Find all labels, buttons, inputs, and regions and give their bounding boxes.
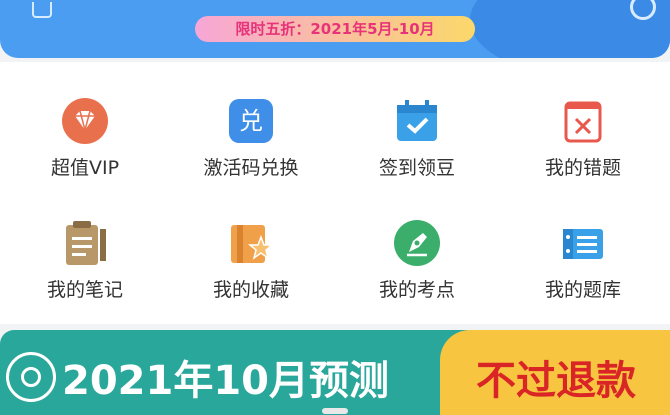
carousel-indicator[interactable] — [322, 408, 348, 414]
banner-guarantee: 不过退款 — [476, 358, 636, 404]
grid-item-vip[interactable]: 超值VIP — [10, 97, 160, 197]
grid-item-label: 超值VIP — [50, 157, 120, 179]
star-folder-icon — [227, 219, 275, 267]
grid-item-checkin[interactable]: 签到领豆 — [342, 97, 492, 197]
back-icon[interactable] — [32, 2, 52, 18]
grid-item-label: 我的笔记 — [46, 279, 123, 301]
exchange-glyph: 兑 — [239, 107, 263, 135]
calendar-check-icon — [393, 97, 441, 145]
grid-item-bank[interactable]: 我的题库 — [508, 219, 658, 319]
question-bank-icon — [559, 219, 607, 267]
grid-item-label: 我的错题 — [544, 157, 621, 179]
grid-item-label: 我的考点 — [378, 279, 455, 301]
grid-item-label: 我的收藏 — [212, 279, 289, 301]
grid-item-label: 签到领豆 — [378, 157, 455, 179]
promo-badge[interactable]: 限时五折：2021年5月-10月 — [195, 16, 475, 42]
grid-item-label: 我的题库 — [544, 279, 621, 301]
grid-item-points[interactable]: 我的考点 — [342, 219, 492, 319]
promo-banner[interactable]: 2021年10月预测 不过退款 — [0, 330, 670, 415]
clipboard-icon — [61, 219, 109, 267]
banner-title: 2021年10月预测 — [62, 358, 389, 404]
grid-item-label: 激活码兑换 — [203, 157, 299, 179]
wrong-book-icon — [559, 97, 607, 145]
target-icon — [6, 352, 56, 402]
grid-item-exchange[interactable]: 兑 激活码兑换 — [176, 97, 326, 197]
diamond-icon — [61, 97, 109, 145]
feature-grid: 超值VIP 兑 激活码兑换 签到领豆 我的错题 我的笔记 我的收藏 我的考点 我… — [0, 62, 670, 324]
grid-item-notes[interactable]: 我的笔记 — [10, 219, 160, 319]
grid-item-wrong[interactable]: 我的错题 — [508, 97, 658, 197]
grid-item-favorites[interactable]: 我的收藏 — [176, 219, 326, 319]
exchange-icon: 兑 — [227, 97, 275, 145]
pen-icon — [393, 219, 441, 267]
